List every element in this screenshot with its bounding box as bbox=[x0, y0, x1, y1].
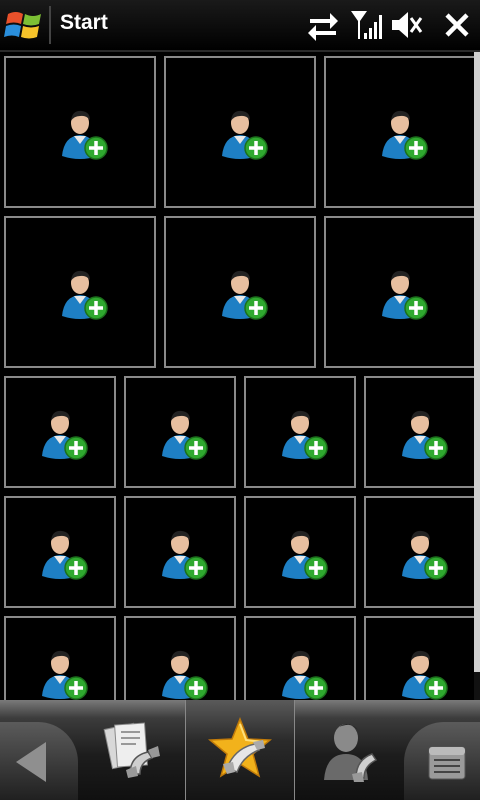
contact-tile[interactable] bbox=[364, 496, 474, 608]
add-contact-icon bbox=[278, 526, 330, 582]
tab-call-history[interactable] bbox=[80, 700, 190, 800]
contact-tile[interactable] bbox=[244, 376, 356, 488]
back-button[interactable] bbox=[0, 722, 78, 800]
tab-favorites[interactable] bbox=[185, 700, 295, 800]
add-contact-icon bbox=[398, 646, 450, 700]
status-bar: Start bbox=[0, 0, 480, 50]
add-contact-icon bbox=[158, 406, 210, 462]
add-contact-icon bbox=[58, 266, 110, 322]
contact-tile[interactable] bbox=[4, 216, 156, 368]
add-contact-icon bbox=[38, 646, 90, 700]
contact-tile[interactable] bbox=[124, 376, 236, 488]
data-sync-icon[interactable] bbox=[306, 9, 340, 41]
add-contact-icon bbox=[378, 106, 430, 162]
contact-tile[interactable] bbox=[324, 216, 474, 368]
menu-button[interactable] bbox=[404, 722, 480, 800]
favorite-star-phone-icon bbox=[208, 716, 272, 778]
scrollbar[interactable] bbox=[474, 52, 480, 700]
speed-dial-grid bbox=[0, 52, 474, 700]
add-contact-icon bbox=[158, 526, 210, 582]
add-contact-icon bbox=[218, 266, 270, 322]
contact-tile[interactable] bbox=[4, 616, 116, 700]
contact-tile[interactable] bbox=[124, 616, 236, 700]
contact-tile[interactable] bbox=[324, 56, 474, 208]
close-icon[interactable] bbox=[440, 9, 474, 41]
add-contact-icon bbox=[58, 106, 110, 162]
add-contact-icon bbox=[218, 106, 270, 162]
contact-tile[interactable] bbox=[4, 56, 156, 208]
tab-contacts[interactable] bbox=[296, 700, 406, 800]
menu-icon bbox=[428, 746, 466, 780]
contact-tile[interactable] bbox=[124, 496, 236, 608]
windows-logo-icon[interactable] bbox=[4, 6, 46, 44]
page-title: Start bbox=[60, 11, 108, 34]
contact-tile[interactable] bbox=[4, 496, 116, 608]
call-history-icon bbox=[103, 722, 160, 778]
back-arrow-icon bbox=[16, 742, 46, 782]
contact-tile[interactable] bbox=[364, 616, 474, 700]
add-contact-icon bbox=[158, 646, 210, 700]
scroll-thumb[interactable] bbox=[474, 52, 480, 672]
signal-strength-icon[interactable] bbox=[350, 9, 384, 41]
contact-tile[interactable] bbox=[364, 376, 474, 488]
contact-tile[interactable] bbox=[4, 376, 116, 488]
bottom-toolbar bbox=[0, 700, 480, 800]
volume-mute-icon[interactable] bbox=[390, 9, 424, 41]
add-contact-icon bbox=[38, 406, 90, 462]
add-contact-icon bbox=[398, 526, 450, 582]
title-divider bbox=[49, 6, 51, 44]
contact-phone-icon bbox=[324, 724, 378, 782]
contact-tile[interactable] bbox=[164, 56, 316, 208]
add-contact-icon bbox=[278, 406, 330, 462]
add-contact-icon bbox=[278, 646, 330, 700]
add-contact-icon bbox=[398, 406, 450, 462]
contact-tile[interactable] bbox=[244, 616, 356, 700]
add-contact-icon bbox=[378, 266, 430, 322]
contact-tile[interactable] bbox=[244, 496, 356, 608]
add-contact-icon bbox=[38, 526, 90, 582]
contact-tile[interactable] bbox=[164, 216, 316, 368]
